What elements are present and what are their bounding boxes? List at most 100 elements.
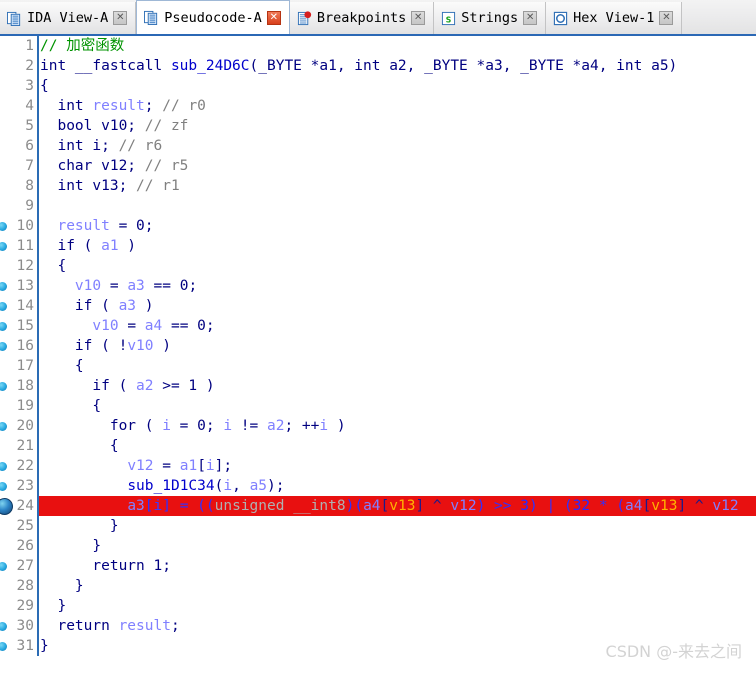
code-line[interactable]: 21 { xyxy=(0,436,756,456)
token: ) xyxy=(153,338,171,354)
code-text: if ( a2 >= 1 ) xyxy=(40,376,214,396)
code-line[interactable]: 14 if ( a3 ) xyxy=(0,296,756,316)
token: return 1; xyxy=(40,558,171,574)
close-icon[interactable]: ✕ xyxy=(113,11,128,25)
code-line[interactable]: 29 } xyxy=(0,596,756,616)
token: return xyxy=(40,618,119,634)
code-line[interactable]: 23 sub_1D1C34(i, a5); xyxy=(0,476,756,496)
tab-hex-view-1[interactable]: Hex View-1 ✕ xyxy=(546,2,683,34)
code-text: bool v10; // zf xyxy=(40,116,188,136)
token: ; xyxy=(144,98,163,114)
token: i xyxy=(153,498,163,514)
code-line[interactable]: 4 int result; // r0 xyxy=(0,96,756,116)
pseudocode-editor[interactable]: 1// 加密函数 2 int __fastcall sub_24D6C(_BYTE … xyxy=(0,36,756,676)
tab-ida-view-a[interactable]: IDA View-A ✕ xyxy=(0,2,137,34)
code-text: } xyxy=(40,636,49,656)
line-number: 17 xyxy=(0,356,38,376)
line-number: 28 xyxy=(0,576,38,596)
token: // zf xyxy=(144,118,189,134)
code-text: { xyxy=(40,256,66,276)
tab-label: Breakpoints xyxy=(316,10,407,26)
code-line[interactable]: 30 return result; xyxy=(0,616,756,636)
token: // r1 xyxy=(136,178,180,194)
tab-pseudocode-a[interactable]: Pseudocode-A ✕ xyxy=(136,0,290,34)
token: = xyxy=(101,278,128,294)
tab-label: Pseudocode-A xyxy=(164,9,262,26)
code-line[interactable]: 19 { xyxy=(0,396,756,416)
code-text: } xyxy=(40,596,66,616)
token: } xyxy=(40,638,49,654)
code-line[interactable]: 13 v10 = a3 == 0; xyxy=(0,276,756,296)
svg-text:s: s xyxy=(446,13,452,25)
token: ] = (( xyxy=(162,498,215,514)
token: ]; xyxy=(214,458,233,474)
code-line[interactable]: 11 if ( a1 ) xyxy=(0,236,756,256)
gutter-divider xyxy=(37,496,39,516)
close-icon[interactable]: ✕ xyxy=(411,11,426,25)
token: // r0 xyxy=(162,98,206,114)
token: , xyxy=(232,478,250,494)
code-line[interactable]: 7 char v12; // r5 xyxy=(0,156,756,176)
token: for ( xyxy=(40,418,163,434)
document-pages-icon xyxy=(7,11,21,26)
gutter-divider xyxy=(37,476,39,496)
code-line[interactable]: 17 { xyxy=(0,356,756,376)
code-text: v10 = a3 == 0; xyxy=(40,276,197,296)
code-line[interactable]: 26 } xyxy=(0,536,756,556)
code-line[interactable]: 25 } xyxy=(0,516,756,536)
gutter-divider xyxy=(37,376,39,396)
close-icon[interactable]: ✕ xyxy=(523,11,538,25)
token: i xyxy=(223,418,233,434)
code-line[interactable]: 8 int v13; // r1 xyxy=(0,176,756,196)
code-line[interactable]: 1// 加密函数 xyxy=(0,36,756,56)
code-line[interactable]: 2 int __fastcall sub_24D6C(_BYTE *a1, int… xyxy=(0,56,756,76)
gutter-divider xyxy=(37,616,39,636)
token: if ( ! xyxy=(40,338,128,354)
gutter-divider xyxy=(37,556,39,576)
code-line[interactable]: 9 xyxy=(0,196,756,216)
token: i xyxy=(319,418,329,434)
token: // 加密函数 xyxy=(40,38,125,54)
token: a3 xyxy=(127,498,145,514)
close-icon[interactable]: ✕ xyxy=(659,11,674,25)
line-number: 1 xyxy=(0,36,38,56)
code-line[interactable]: 24 a3[i] = ((unsigned __int8)(a4[v13] ^ … xyxy=(0,496,756,516)
code-line[interactable]: 16 if ( !v10 ) xyxy=(0,336,756,356)
token: v12 xyxy=(450,498,477,514)
token: ); xyxy=(267,478,285,494)
line-number: 26 xyxy=(0,536,38,556)
token: int v13; xyxy=(40,178,137,194)
code-line[interactable]: 6 int i; // r6 xyxy=(0,136,756,156)
code-line[interactable]: 18 if ( a2 >= 1 ) xyxy=(0,376,756,396)
token: result xyxy=(57,218,110,234)
code-line[interactable]: 12 { xyxy=(0,256,756,276)
token: ] ^ xyxy=(415,498,451,514)
close-icon[interactable]: ✕ xyxy=(266,10,281,25)
line-number: 29 xyxy=(0,596,38,616)
code-line[interactable]: 28 } xyxy=(0,576,756,596)
code-line[interactable]: 20 for ( i = 0; i != a2; ++i ) xyxy=(0,416,756,436)
token: != xyxy=(232,418,267,434)
token: } xyxy=(40,518,119,534)
code-line[interactable]: 3{ xyxy=(0,76,756,96)
token: v10 xyxy=(92,318,119,334)
code-text: if ( !v10 ) xyxy=(40,336,171,356)
code-line[interactable]: 10 result = 0; xyxy=(0,216,756,236)
line-number: 9 xyxy=(0,196,38,216)
token: a3 xyxy=(127,278,145,294)
token: ; ++ xyxy=(284,418,320,434)
token: = xyxy=(153,458,180,474)
gutter-divider xyxy=(37,596,39,616)
tab-breakpoints[interactable]: Breakpoints ✕ xyxy=(289,2,435,34)
token: a2 xyxy=(136,378,154,394)
code-text: { xyxy=(40,436,119,456)
code-line[interactable]: 27 return 1; xyxy=(0,556,756,576)
token: } xyxy=(40,538,102,554)
line-number: 21 xyxy=(0,436,38,456)
line-number: 12 xyxy=(0,256,38,276)
tab-strings[interactable]: s Strings ✕ xyxy=(434,2,547,34)
code-line[interactable]: 15 v10 = a4 == 0; xyxy=(0,316,756,336)
code-line[interactable]: 5 bool v10; // zf xyxy=(0,116,756,136)
code-line[interactable]: 22 v12 = a1[i]; xyxy=(0,456,756,476)
